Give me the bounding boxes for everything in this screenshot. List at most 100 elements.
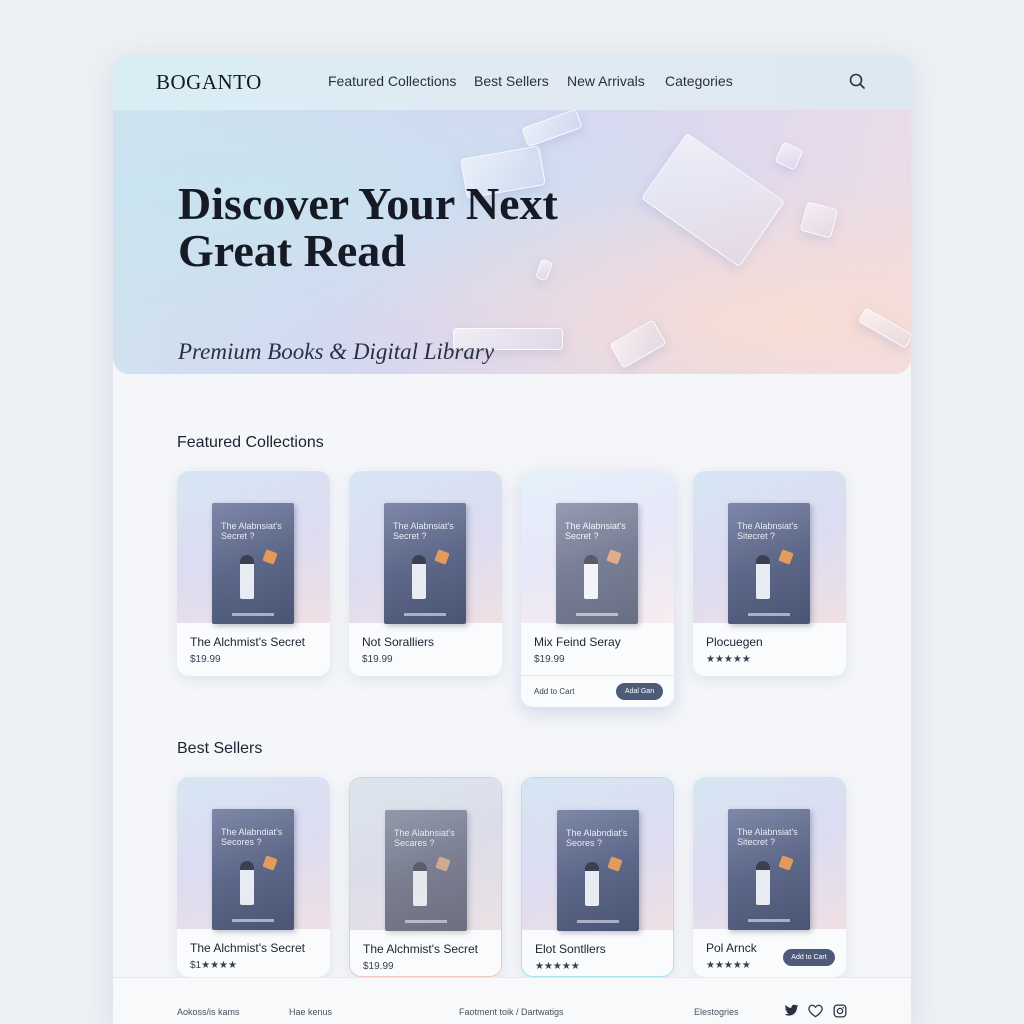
add-to-cart-button[interactable]: Adal Gan: [616, 683, 663, 700]
decorative-glass-shape: [857, 307, 911, 349]
cover-figure-illustration: [756, 861, 770, 905]
decorative-glass-shape: [799, 201, 839, 239]
book-cover-title: The Alabnsiat's Sitecret ?: [737, 827, 798, 847]
twitter-icon[interactable]: [784, 1004, 799, 1018]
cover-figure-illustration: [412, 555, 426, 599]
book-price: $1★★★★: [190, 960, 237, 971]
book-title[interactable]: The Alchmist's Secret: [190, 635, 305, 649]
book-cover: The Alabndiat's Seores ?: [557, 810, 639, 931]
cover-author-line: [748, 919, 790, 922]
book-cover-title: The Alabnsiat's Secares ?: [394, 828, 455, 848]
cover-lamp-illustration: [607, 856, 623, 872]
cover-figure-illustration: [240, 861, 254, 905]
cover-lamp-illustration: [262, 549, 278, 565]
book-cover: The Alabnsiat's Secret ?: [556, 503, 638, 624]
book-cover-title: The Alabnsiat's Secret ?: [221, 521, 282, 541]
book-title[interactable]: The Alchmist's Secret: [363, 942, 478, 956]
book-cover-title: The Alabnsiat's Sitecret ?: [737, 521, 798, 541]
book-card-image: The Alabnsiat's Secret ?: [177, 471, 330, 624]
book-cover: The Alabndiat's Secores ?: [212, 809, 294, 930]
cover-author-line: [405, 920, 447, 923]
book-card[interactable]: The Alabnsiat's Sitecret ? Plocuegen ★★★…: [693, 471, 846, 676]
book-cover: The Alabnsiat's Secret ?: [384, 503, 466, 624]
book-cover-title: The Alabnsiat's Secret ?: [565, 521, 626, 541]
nav-new-arrivals[interactable]: New Arrivals: [567, 73, 645, 89]
nav-featured-collections[interactable]: Featured Collections: [328, 73, 456, 89]
cover-author-line: [576, 613, 618, 616]
cover-lamp-illustration: [262, 855, 278, 871]
book-cover-title: The Alabnsiat's Secret ?: [393, 521, 454, 541]
book-card-image: The Alabnsiat's Sitecret ?: [693, 777, 846, 930]
decorative-glass-shape: [774, 141, 804, 171]
brand-logo[interactable]: BOGANTO: [156, 70, 262, 95]
nav-categories[interactable]: Categories: [665, 73, 733, 89]
book-cover-title: The Alabndiat's Seores ?: [566, 828, 628, 848]
book-card[interactable]: The Alabnsiat's Secret ? The Alchmist's …: [177, 471, 330, 676]
cover-author-line: [577, 920, 619, 923]
book-title[interactable]: The Alchmist's Secret: [190, 941, 305, 955]
rating-stars: ★★★★★: [535, 961, 580, 972]
book-card[interactable]: The Alabndiat's Secores ? The Alchmist's…: [177, 777, 330, 977]
cover-lamp-illustration: [434, 549, 450, 565]
book-card-image: The Alabndiat's Seores ?: [522, 778, 673, 931]
book-card[interactable]: The Alabnsiat's Sitecret ? Pol Arnck ★★★…: [693, 777, 846, 977]
footer-link[interactable]: Elestogries: [694, 1007, 739, 1017]
book-card[interactable]: The Alabnsiat's Secret ? Not Soralliers …: [349, 471, 502, 676]
heart-icon[interactable]: [808, 1004, 823, 1018]
cover-author-line: [232, 919, 274, 922]
cover-lamp-illustration: [778, 549, 794, 565]
footer-link[interactable]: Hae kenus: [289, 1007, 332, 1017]
book-cover-title: The Alabndiat's Secores ?: [221, 827, 283, 847]
book-card-image: The Alabnsiat's Secret ?: [349, 471, 502, 624]
decorative-glass-shape: [609, 319, 667, 369]
cover-lamp-illustration: [606, 549, 622, 565]
cover-author-line: [232, 613, 274, 616]
footer: Aokoss/is kams Hae kenus Faotment toik /…: [113, 977, 911, 1024]
footer-link[interactable]: Faotment toik / Dartwatigs: [459, 1007, 564, 1017]
app-window: BOGANTO Featured Collections Best Seller…: [113, 55, 911, 1024]
cover-lamp-illustration: [778, 855, 794, 871]
add-to-cart-link[interactable]: Add to Cart: [534, 687, 574, 696]
cover-figure-illustration: [756, 555, 770, 599]
card-divider: [521, 675, 674, 676]
book-price: $19.99: [534, 654, 565, 665]
cover-figure-illustration: [413, 862, 427, 906]
book-price: $19.99: [362, 654, 393, 665]
book-card-image: The Alabnsiat's Sitecret ?: [693, 471, 846, 624]
footer-link[interactable]: Aokoss/is kams: [177, 1007, 240, 1017]
book-cover: The Alabnsiat's Sitecret ?: [728, 809, 810, 930]
book-title[interactable]: Plocuegen: [706, 635, 763, 649]
book-card[interactable]: The Alabndiat's Seores ? Elot Sontllers …: [521, 777, 674, 977]
decorative-glass-shape: [521, 110, 583, 148]
hero-banner: Discover Your Next Great Read Premium Bo…: [113, 110, 911, 374]
cover-author-line: [748, 613, 790, 616]
book-card-hovered[interactable]: The Alabnsiat's Secret ? Mix Feind Seray…: [521, 471, 674, 707]
book-title[interactable]: Pol Arnck: [706, 941, 757, 955]
book-price: $19.99: [363, 961, 394, 972]
book-cover: The Alabnsiat's Sitecret ?: [728, 503, 810, 624]
book-title[interactable]: Mix Feind Seray: [534, 635, 621, 649]
book-card-image: The Alabndiat's Secores ?: [177, 777, 330, 930]
book-cover: The Alabnsiat's Secret ?: [212, 503, 294, 624]
book-title[interactable]: Not Soralliers: [362, 635, 434, 649]
cover-figure-illustration: [585, 862, 599, 906]
hero-title: Discover Your Next Great Read: [178, 178, 558, 276]
add-to-cart-button[interactable]: Add to Cart: [783, 949, 835, 966]
nav-best-sellers[interactable]: Best Sellers: [474, 73, 549, 89]
cover-figure-illustration: [584, 555, 598, 599]
section-title-featured: Featured Collections: [177, 434, 324, 451]
cover-lamp-illustration: [435, 856, 451, 872]
search-icon[interactable]: [847, 71, 869, 93]
book-card-image: The Alabnsiat's Secares ?: [350, 778, 501, 931]
decorative-glass-shape: [640, 132, 786, 268]
book-cover: The Alabnsiat's Secares ?: [385, 810, 467, 931]
book-card[interactable]: The Alabnsiat's Secares ? The Alchmist's…: [349, 777, 502, 977]
book-card-image: The Alabnsiat's Secret ?: [521, 471, 674, 624]
section-title-bestsellers: Best Sellers: [177, 740, 263, 757]
top-navbar: BOGANTO Featured Collections Best Seller…: [113, 55, 911, 110]
cover-author-line: [404, 613, 446, 616]
book-title[interactable]: Elot Sontllers: [535, 942, 606, 956]
rating-stars: ★★★★★: [706, 960, 751, 971]
instagram-icon[interactable]: [833, 1004, 847, 1018]
book-price: $19.99: [190, 654, 221, 665]
